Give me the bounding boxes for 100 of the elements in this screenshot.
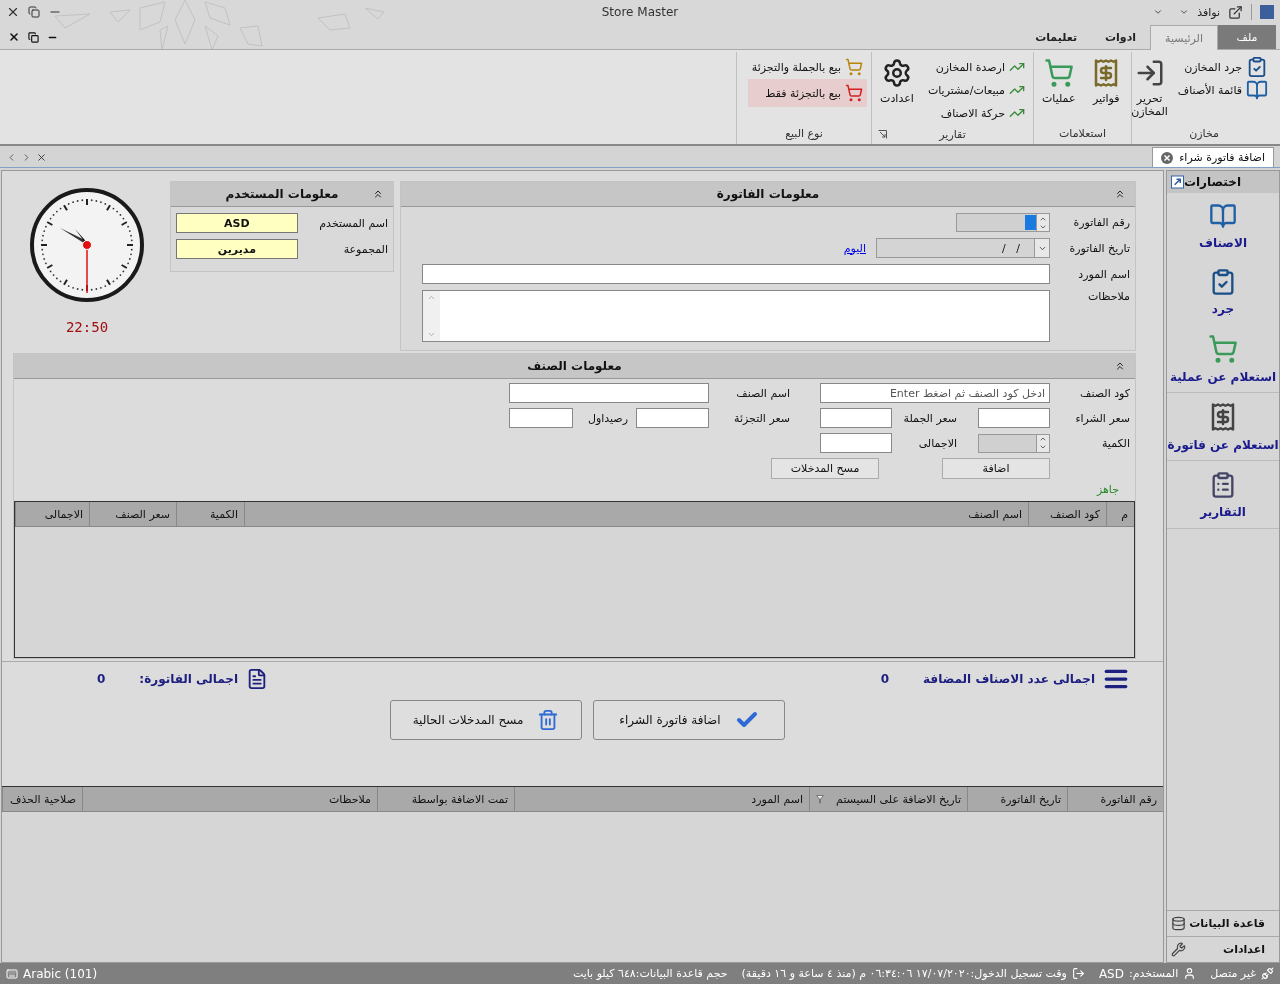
filter-icon[interactable]: [816, 794, 824, 804]
up-icon: [1039, 435, 1047, 443]
field-label: سعر الجملة: [902, 411, 957, 425]
date-picker[interactable]: / /: [876, 238, 1050, 258]
ribbon-tab[interactable]: ادوات: [1091, 25, 1151, 49]
column-header[interactable]: تمت الاضافة بواسطة: [377, 787, 514, 811]
gear-icon: [881, 58, 912, 88]
column-header[interactable]: اسم المورد: [514, 787, 809, 811]
column-header[interactable]: الاجمالى: [15, 502, 89, 526]
ribbon-button[interactable]: بيع بالجملة والتجزئة: [747, 56, 867, 78]
clipboard-check-icon: [1246, 56, 1268, 78]
item-name-field[interactable]: [509, 383, 709, 403]
status-text: ASD: [1098, 966, 1124, 981]
windows-menu[interactable]: نوافذ: [1197, 5, 1220, 19]
opening-balance-field[interactable]: [509, 408, 573, 428]
document-tab[interactable]: اضافة فاتورة شراء: [1152, 147, 1274, 167]
retail-price-field[interactable]: [636, 408, 709, 428]
field-label: سعر الشراء: [1074, 411, 1131, 425]
ribbon-button[interactable]: اعدادت: [876, 56, 918, 105]
field-value: ASD: [176, 213, 298, 233]
today-link[interactable]: اليوم: [843, 241, 866, 255]
sidebar-section[interactable]: اعدادات: [1167, 936, 1279, 962]
field-label: اسم المستخدم: [318, 216, 388, 230]
ribbon-button[interactable]: قائمة الأصناف: [1173, 79, 1272, 101]
add-button[interactable]: اضافة: [942, 457, 1050, 479]
field-value: مديرين: [176, 239, 298, 259]
quick-access-caret-icon[interactable]: [1153, 7, 1164, 17]
column-header[interactable]: الكمية: [176, 502, 244, 526]
field-label: رصيداول: [586, 411, 628, 425]
book-icon: [1209, 202, 1237, 230]
close-icon[interactable]: [1161, 151, 1174, 164]
cart-icon: [845, 58, 863, 76]
column-header[interactable]: ملاحظات: [82, 787, 377, 811]
close-icon[interactable]: [8, 31, 20, 43]
column-header[interactable]: سعر الصنف: [89, 502, 176, 526]
column-header[interactable]: رقم الفاتورة: [1067, 787, 1163, 811]
window-icon[interactable]: [1228, 4, 1243, 20]
shortcut-item[interactable]: استعلام عن عملية: [1167, 325, 1279, 393]
group-title: تقارير: [939, 127, 966, 141]
save-invoice-button[interactable]: اضافة فاتورة الشراء: [593, 700, 785, 740]
item-code-field[interactable]: ادخل كود الصنف ثم اضغط Enter: [820, 383, 1050, 403]
ribbon-tab[interactable]: ملف: [1218, 25, 1276, 49]
group-title: مخازن: [1189, 126, 1219, 140]
shortcut-label: استعلام عن فاتورة: [1167, 437, 1279, 452]
shortcut-label: استعلام عن عملية: [1169, 369, 1277, 384]
wholesale-price-field[interactable]: [820, 408, 892, 428]
shortcut-item[interactable]: التقارير: [1167, 461, 1279, 529]
summary-value: 0: [880, 672, 890, 686]
collapse-icon[interactable]: [372, 188, 384, 200]
ribbon-button[interactable]: جرد المخازن: [1173, 56, 1272, 78]
ribbon-button[interactable]: مبيعات/مشتريات: [923, 79, 1029, 101]
status-text: غير متصل: [1210, 967, 1256, 980]
restore-icon[interactable]: [28, 31, 39, 43]
quantity-field[interactable]: [978, 433, 1050, 453]
ribbon-tab[interactable]: تعليمات: [1021, 25, 1092, 49]
clear-button[interactable]: مسح المدخلات: [771, 457, 879, 479]
collapse-icon[interactable]: [1114, 188, 1126, 200]
column-header[interactable]: اسم الصنف: [244, 502, 1028, 526]
shortcut-item[interactable]: استعلام عن فاتورة: [1167, 393, 1279, 461]
ribbon-button[interactable]: حركة الاصناف: [923, 102, 1029, 124]
caret-icon[interactable]: [1179, 7, 1190, 17]
ribbon-button[interactable]: تحرير المخازن: [1131, 56, 1168, 118]
field-label: الكمية: [1100, 436, 1131, 450]
section-label: قاعدة البيانات: [1189, 917, 1265, 930]
summary-label: اجمالى الفاتورة:: [139, 672, 239, 686]
section-label: اعدادات: [1223, 943, 1265, 956]
ribbon-button[interactable]: عمليات: [1038, 56, 1080, 105]
scroll-down-icon: [427, 330, 436, 339]
summary-value: 0: [97, 672, 106, 686]
clear-all-button[interactable]: مسح المدخلات الحالية: [390, 700, 582, 740]
supplier-field[interactable]: [422, 264, 1050, 284]
shortcut-label: جرد: [1211, 302, 1235, 316]
column-header[interactable]: كود الصنف: [1028, 502, 1106, 526]
column-header[interactable]: تاريخ الاضافة على السيستم: [809, 787, 967, 811]
close-icon[interactable]: [6, 5, 20, 19]
ribbon-button[interactable]: بيع بالتجزئة فقط: [747, 79, 867, 107]
total-field[interactable]: [820, 433, 892, 453]
shortcut-item[interactable]: جرد: [1167, 259, 1279, 325]
column-header[interactable]: م: [1106, 502, 1134, 526]
cart-icon: [845, 84, 863, 102]
invoice-number-field[interactable]: [956, 213, 1050, 232]
panel-title: معلومات المستخدم: [224, 187, 340, 201]
field-label: اسم المورد: [1077, 267, 1130, 281]
column-header[interactable]: صلاحية الحذف: [2, 787, 82, 811]
ribbon-tab[interactable]: الرئيسية: [1150, 25, 1218, 50]
field-label: تاريخ الفاتورة: [1068, 241, 1130, 255]
ribbon-button[interactable]: ارصدة المخازن: [923, 56, 1029, 78]
ribbon-button[interactable]: فواتير: [1085, 56, 1127, 105]
login-icon: [1071, 967, 1085, 980]
notes-field[interactable]: [422, 290, 1050, 342]
sidebar-section[interactable]: قاعدة البيانات: [1167, 910, 1279, 936]
column-header[interactable]: تاريخ الفاتورة: [967, 787, 1067, 811]
close-icon[interactable]: [36, 152, 47, 163]
panel-title: معلومات الصنف: [526, 359, 623, 373]
shortcut-item[interactable]: الاصناف: [1167, 193, 1279, 259]
dialog-launcher-icon[interactable]: [878, 130, 887, 139]
collapse-icon[interactable]: [1114, 360, 1126, 372]
purchase-price-field[interactable]: [978, 408, 1050, 428]
cursor-block: [1025, 215, 1036, 230]
group-title: نوع البيع: [785, 126, 823, 140]
